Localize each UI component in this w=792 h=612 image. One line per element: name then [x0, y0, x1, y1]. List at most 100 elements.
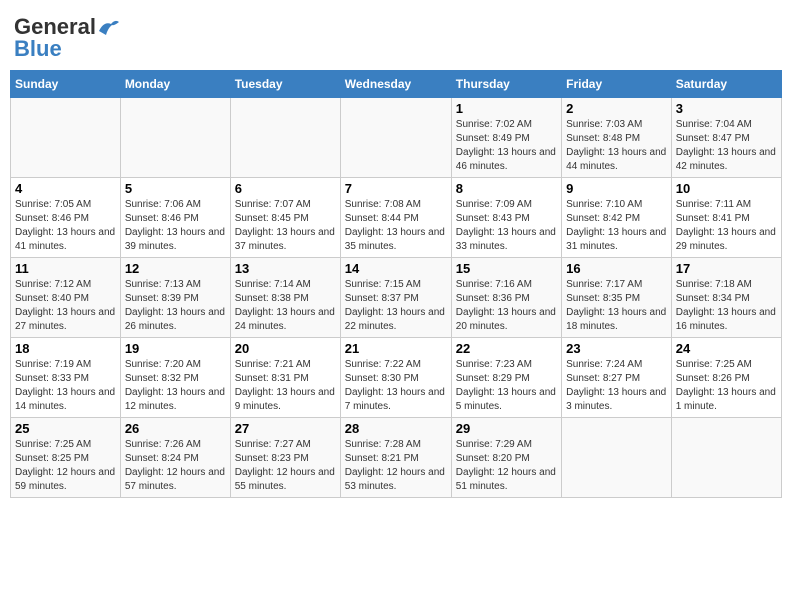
day-number: 26 [125, 421, 226, 436]
day-info: Sunrise: 7:20 AM Sunset: 8:32 PM Dayligh… [125, 358, 226, 414]
day-number: 9 [566, 181, 667, 196]
calendar-cell: 26 Sunrise: 7:26 AM Sunset: 8:24 PM Dayli… [120, 418, 230, 498]
day-number: 2 [566, 101, 667, 116]
day-number: 18 [15, 341, 116, 356]
day-number: 19 [125, 341, 226, 356]
calendar-cell: 23 Sunrise: 7:24 AM Sunset: 8:27 PM Dayli… [562, 338, 672, 418]
day-info: Sunrise: 7:28 AM Sunset: 8:21 PM Dayligh… [345, 438, 447, 494]
calendar-cell: 22 Sunrise: 7:23 AM Sunset: 8:29 PM Dayli… [451, 338, 561, 418]
day-info: Sunrise: 7:04 AM Sunset: 8:47 PM Dayligh… [676, 118, 777, 174]
day-info: Sunrise: 7:05 AM Sunset: 8:46 PM Dayligh… [15, 198, 116, 254]
day-header-saturday: Saturday [671, 71, 781, 98]
calendar-cell: 7Sunrise: 7:08 AM Sunset: 8:44 PM Daylig… [340, 178, 451, 258]
day-info: Sunrise: 7:06 AM Sunset: 8:46 PM Dayligh… [125, 198, 226, 254]
day-header-sunday: Sunday [11, 71, 121, 98]
calendar-cell: 16 Sunrise: 7:17 AM Sunset: 8:35 PM Dayli… [562, 258, 672, 338]
logo: General Blue [14, 14, 120, 62]
day-info: Sunrise: 7:07 AM Sunset: 8:45 PM Dayligh… [235, 198, 336, 254]
calendar-cell [230, 98, 340, 178]
day-number: 28 [345, 421, 447, 436]
day-number: 24 [676, 341, 777, 356]
day-info: Sunrise: 7:13 AM Sunset: 8:39 PM Dayligh… [125, 278, 226, 334]
day-header-tuesday: Tuesday [230, 71, 340, 98]
day-number: 14 [345, 261, 447, 276]
calendar-cell [340, 98, 451, 178]
day-info: Sunrise: 7:29 AM Sunset: 8:20 PM Dayligh… [456, 438, 557, 494]
week-row-4: 18Sunrise: 7:19 AM Sunset: 8:33 PM Dayli… [11, 338, 782, 418]
calendar-cell [671, 418, 781, 498]
day-info: Sunrise: 7:26 AM Sunset: 8:24 PM Dayligh… [125, 438, 226, 494]
day-number: 22 [456, 341, 557, 356]
day-info: Sunrise: 7:08 AM Sunset: 8:44 PM Dayligh… [345, 198, 447, 254]
calendar-cell: 18Sunrise: 7:19 AM Sunset: 8:33 PM Dayli… [11, 338, 121, 418]
day-number: 10 [676, 181, 777, 196]
calendar-cell: 28 Sunrise: 7:28 AM Sunset: 8:21 PM Dayli… [340, 418, 451, 498]
calendar-cell: 11 Sunrise: 7:12 AM Sunset: 8:40 PM Dayli… [11, 258, 121, 338]
calendar-cell: 24 Sunrise: 7:25 AM Sunset: 8:26 PM Dayli… [671, 338, 781, 418]
calendar-cell [562, 418, 672, 498]
week-row-5: 25Sunrise: 7:25 AM Sunset: 8:25 PM Dayli… [11, 418, 782, 498]
calendar-cell: 10Sunrise: 7:11 AM Sunset: 8:41 PM Dayli… [671, 178, 781, 258]
day-info: Sunrise: 7:09 AM Sunset: 8:43 PM Dayligh… [456, 198, 557, 254]
day-info: Sunrise: 7:12 AM Sunset: 8:40 PM Dayligh… [15, 278, 116, 334]
calendar-cell: 9 Sunrise: 7:10 AM Sunset: 8:42 PM Daylig… [562, 178, 672, 258]
day-info: Sunrise: 7:25 AM Sunset: 8:25 PM Dayligh… [15, 438, 116, 494]
week-row-1: 1 Sunrise: 7:02 AM Sunset: 8:49 PM Daylig… [11, 98, 782, 178]
day-info: Sunrise: 7:18 AM Sunset: 8:34 PM Dayligh… [676, 278, 777, 334]
day-number: 4 [15, 181, 116, 196]
day-number: 20 [235, 341, 336, 356]
calendar-cell: 12Sunrise: 7:13 AM Sunset: 8:39 PM Dayli… [120, 258, 230, 338]
calendar-cell: 8 Sunrise: 7:09 AM Sunset: 8:43 PM Daylig… [451, 178, 561, 258]
calendar-cell: 5 Sunrise: 7:06 AM Sunset: 8:46 PM Daylig… [120, 178, 230, 258]
day-info: Sunrise: 7:10 AM Sunset: 8:42 PM Dayligh… [566, 198, 667, 254]
calendar-cell: 15 Sunrise: 7:16 AM Sunset: 8:36 PM Dayli… [451, 258, 561, 338]
calendar-cell: 2 Sunrise: 7:03 AM Sunset: 8:48 PM Daylig… [562, 98, 672, 178]
day-info: Sunrise: 7:24 AM Sunset: 8:27 PM Dayligh… [566, 358, 667, 414]
day-info: Sunrise: 7:03 AM Sunset: 8:48 PM Dayligh… [566, 118, 667, 174]
logo-bird-icon [97, 19, 119, 35]
day-info: Sunrise: 7:14 AM Sunset: 8:38 PM Dayligh… [235, 278, 336, 334]
day-number: 5 [125, 181, 226, 196]
calendar-cell [120, 98, 230, 178]
day-info: Sunrise: 7:21 AM Sunset: 8:31 PM Dayligh… [235, 358, 336, 414]
day-number: 3 [676, 101, 777, 116]
calendar-cell: 17Sunrise: 7:18 AM Sunset: 8:34 PM Dayli… [671, 258, 781, 338]
calendar-table: SundayMondayTuesdayWednesdayThursdayFrid… [10, 70, 782, 498]
day-number: 11 [15, 261, 116, 276]
day-info: Sunrise: 7:15 AM Sunset: 8:37 PM Dayligh… [345, 278, 447, 334]
calendar-cell: 29 Sunrise: 7:29 AM Sunset: 8:20 PM Dayli… [451, 418, 561, 498]
calendar-header-row: SundayMondayTuesdayWednesdayThursdayFrid… [11, 71, 782, 98]
week-row-2: 4 Sunrise: 7:05 AM Sunset: 8:46 PM Daylig… [11, 178, 782, 258]
day-info: Sunrise: 7:17 AM Sunset: 8:35 PM Dayligh… [566, 278, 667, 334]
day-info: Sunrise: 7:02 AM Sunset: 8:49 PM Dayligh… [456, 118, 557, 174]
day-info: Sunrise: 7:25 AM Sunset: 8:26 PM Dayligh… [676, 358, 777, 414]
day-info: Sunrise: 7:22 AM Sunset: 8:30 PM Dayligh… [345, 358, 447, 414]
calendar-cell: 19 Sunrise: 7:20 AM Sunset: 8:32 PM Dayli… [120, 338, 230, 418]
day-number: 1 [456, 101, 557, 116]
page-header: General Blue [10, 10, 782, 62]
calendar-cell: 14 Sunrise: 7:15 AM Sunset: 8:37 PM Dayli… [340, 258, 451, 338]
day-number: 16 [566, 261, 667, 276]
calendar-cell: 27 Sunrise: 7:27 AM Sunset: 8:23 PM Dayli… [230, 418, 340, 498]
day-header-wednesday: Wednesday [340, 71, 451, 98]
calendar-cell: 21 Sunrise: 7:22 AM Sunset: 8:30 PM Dayli… [340, 338, 451, 418]
day-number: 21 [345, 341, 447, 356]
day-number: 15 [456, 261, 557, 276]
day-info: Sunrise: 7:27 AM Sunset: 8:23 PM Dayligh… [235, 438, 336, 494]
day-number: 29 [456, 421, 557, 436]
week-row-3: 11 Sunrise: 7:12 AM Sunset: 8:40 PM Dayli… [11, 258, 782, 338]
day-number: 23 [566, 341, 667, 356]
calendar-cell: 25Sunrise: 7:25 AM Sunset: 8:25 PM Dayli… [11, 418, 121, 498]
calendar-cell: 13Sunrise: 7:14 AM Sunset: 8:38 PM Dayli… [230, 258, 340, 338]
day-info: Sunrise: 7:23 AM Sunset: 8:29 PM Dayligh… [456, 358, 557, 414]
day-number: 8 [456, 181, 557, 196]
day-header-monday: Monday [120, 71, 230, 98]
day-number: 6 [235, 181, 336, 196]
calendar-cell: 3 Sunrise: 7:04 AM Sunset: 8:47 PM Daylig… [671, 98, 781, 178]
calendar-cell: 20 Sunrise: 7:21 AM Sunset: 8:31 PM Dayli… [230, 338, 340, 418]
logo-blue-text: Blue [14, 36, 62, 62]
day-info: Sunrise: 7:16 AM Sunset: 8:36 PM Dayligh… [456, 278, 557, 334]
calendar-cell: 6 Sunrise: 7:07 AM Sunset: 8:45 PM Daylig… [230, 178, 340, 258]
day-number: 27 [235, 421, 336, 436]
calendar-cell: 4 Sunrise: 7:05 AM Sunset: 8:46 PM Daylig… [11, 178, 121, 258]
